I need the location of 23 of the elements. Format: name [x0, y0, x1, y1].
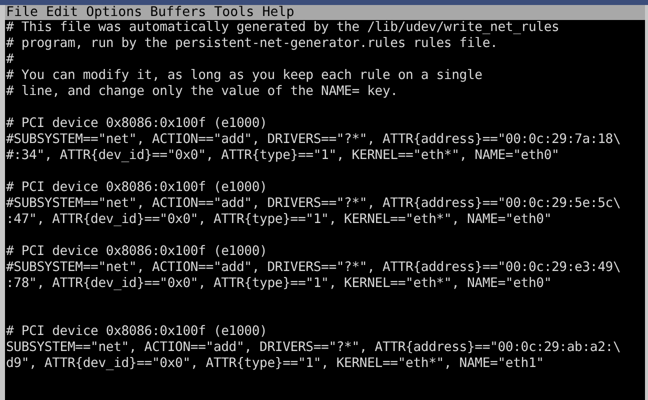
- menu-item[interactable]: File: [6, 5, 38, 20]
- text-line: # PCI device 0x8086:0x100f (e1000): [5, 116, 268, 132]
- text-line: SUBSYSTEM=="net", ACTION=="add", DRIVERS=="?*", ATTR{address}=="00:0c:29:ab:a2:\: [5, 340, 622, 356]
- text-line: # You can modify it, as long as you keep each rule on a single: [5, 68, 484, 84]
- text-line: :78", ATTR{dev_id}=="0x0", ATTR{type}=="1", KERNEL=="eth*", NAME="eth0": [5, 276, 553, 292]
- text-line: #: [5, 52, 15, 68]
- text-line: # line, and change only the value of the NAME= key.: [5, 84, 399, 100]
- text-line: # This file was automatically generated by the /lib/udev/write_net_rules: [5, 20, 560, 36]
- text-line: # program, run by the persistent-net-generator.rules rules file.: [5, 36, 499, 52]
- menu-item[interactable]: Help: [262, 5, 294, 20]
- text-line: # PCI device 0x8086:0x100f (e1000): [5, 244, 268, 260]
- menu-item[interactable]: Edit: [46, 5, 78, 20]
- menu-item[interactable]: Tools: [214, 5, 254, 20]
- text-line: # PCI device 0x8086:0x100f (e1000): [5, 324, 268, 340]
- text-line: #SUBSYSTEM=="net", ACTION=="add", DRIVERS=="?*", ATTR{address}=="00:0c:29:5e:5c\: [5, 196, 622, 212]
- text-line: # PCI device 0x8086:0x100f (e1000): [5, 180, 268, 196]
- menu-item[interactable]: Options: [86, 5, 142, 20]
- text-line: d9", ATTR{dev_id}=="0x0", ATTR{type}=="1", KERNEL=="eth*", NAME="eth1": [5, 356, 545, 372]
- text-line: #SUBSYSTEM=="net", ACTION=="add", DRIVERS=="?*", ATTR{address}=="00:0c:29:e3:49\: [5, 260, 622, 276]
- text-line: :47", ATTR{dev_id}=="0x0", ATTR{type}=="1", KERNEL=="eth*", NAME="eth0": [5, 212, 553, 228]
- menu-item[interactable]: Buffers: [150, 5, 206, 20]
- text-line: #:34", ATTR{dev_id}=="0x0", ATTR{type}=="1", KERNEL=="eth*", NAME="eth0": [5, 148, 560, 164]
- text-line: #SUBSYSTEM=="net", ACTION=="add", DRIVERS=="?*", ATTR{address}=="00:0c:29:7a:18\: [5, 132, 622, 148]
